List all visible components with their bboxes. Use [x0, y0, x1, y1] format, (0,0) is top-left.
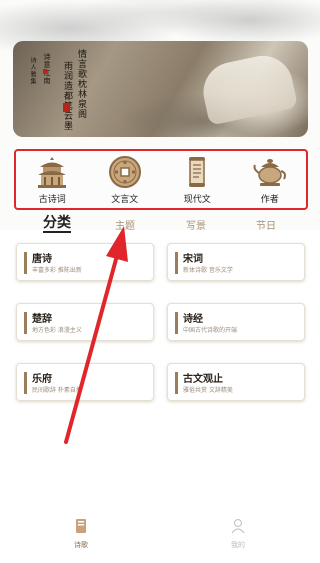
card-accent-bar — [175, 372, 178, 394]
card-accent-bar — [175, 312, 178, 334]
card-accent-bar — [175, 252, 178, 274]
card-song-ci[interactable]: 宋词 新体诗歌 音乐文学 — [167, 243, 305, 281]
card-accent-bar — [24, 252, 27, 274]
banner-calligraphy-4: 诗人雅集 — [29, 57, 36, 85]
card-yuefu[interactable]: 乐府 民间歌辞 朴素自然 — [16, 363, 154, 401]
red-seal-icon — [43, 69, 47, 74]
teapot-icon — [253, 158, 286, 186]
banner-calligraphy-1: 情言歌枕林泉阁 — [76, 49, 86, 119]
category-classical-chinese[interactable]: 文言文 — [95, 155, 155, 205]
category-modern-prose[interactable]: 现代文 — [167, 155, 227, 205]
card-accent-bar — [24, 312, 27, 334]
card-title: 诗经 — [183, 314, 203, 325]
category-label: 现代文 — [183, 194, 211, 205]
category-label: 作者 — [260, 194, 279, 205]
card-subtitle: 中国古代诗歌的开端 — [183, 327, 238, 334]
banner-calligraphy-2: 雨润造都笔云墨 — [62, 61, 72, 131]
nav-label: 我的 — [231, 541, 245, 549]
red-seal-icon — [63, 103, 70, 112]
bottom-navigation: 诗歌 我的 — [0, 510, 320, 563]
tab-category[interactable]: 分类 — [43, 215, 71, 233]
card-subtitle: 地方色彩 浪漫主义 — [32, 327, 82, 334]
book-icon — [76, 519, 86, 533]
card-title: 楚辞 — [32, 314, 52, 325]
card-shi-jing[interactable]: 诗经 中国古代诗歌的开端 — [167, 303, 305, 341]
tab-scenery[interactable]: 写景 — [186, 217, 206, 232]
tab-theme[interactable]: 主题 — [115, 217, 135, 232]
card-subtitle: 雅俗共赏 文辞精美 — [183, 387, 233, 394]
category-ancient-poetry[interactable]: 古诗词 — [22, 155, 82, 205]
tab-bar: 分类 主题 写景 节日 — [0, 215, 320, 235]
card-title: 唐诗 — [32, 254, 52, 265]
card-subtitle: 新体诗歌 音乐文学 — [183, 267, 233, 274]
category-label: 文言文 — [111, 194, 139, 205]
card-title: 古文观止 — [183, 374, 223, 385]
category-label: 古诗词 — [38, 194, 66, 205]
card-subtitle: 民间歌辞 朴素自然 — [32, 387, 82, 394]
nav-poetry[interactable]: 诗歌 — [61, 518, 101, 550]
nav-label: 诗歌 — [74, 541, 88, 549]
category-bar: 古诗词 文言文 现代文 作者 — [14, 149, 308, 210]
user-icon — [231, 518, 245, 534]
card-title: 乐府 — [32, 374, 52, 385]
card-tang-poetry[interactable]: 唐诗 丰富多彩 推陈出新 — [16, 243, 154, 281]
nav-mine[interactable]: 我的 — [218, 518, 258, 550]
card-accent-bar — [24, 372, 27, 394]
scroll-icon — [189, 156, 206, 187]
card-title: 宋词 — [183, 254, 203, 265]
card-subtitle: 丰富多彩 推陈出新 — [32, 267, 82, 274]
banner-image[interactable]: 情言歌枕林泉阁 雨润造都笔云墨 诗意江南 诗人雅集 — [13, 41, 308, 137]
tab-festival[interactable]: 节日 — [256, 217, 276, 232]
pavilion-icon — [38, 156, 67, 188]
ancient-coin-icon — [108, 155, 141, 188]
card-guwen-guanzhi[interactable]: 古文观止 雅俗共赏 文辞精美 — [167, 363, 305, 401]
scroll-illustration — [197, 50, 299, 126]
category-authors[interactable]: 作者 — [240, 155, 300, 205]
card-chu-ci[interactable]: 楚辞 地方色彩 浪漫主义 — [16, 303, 154, 341]
